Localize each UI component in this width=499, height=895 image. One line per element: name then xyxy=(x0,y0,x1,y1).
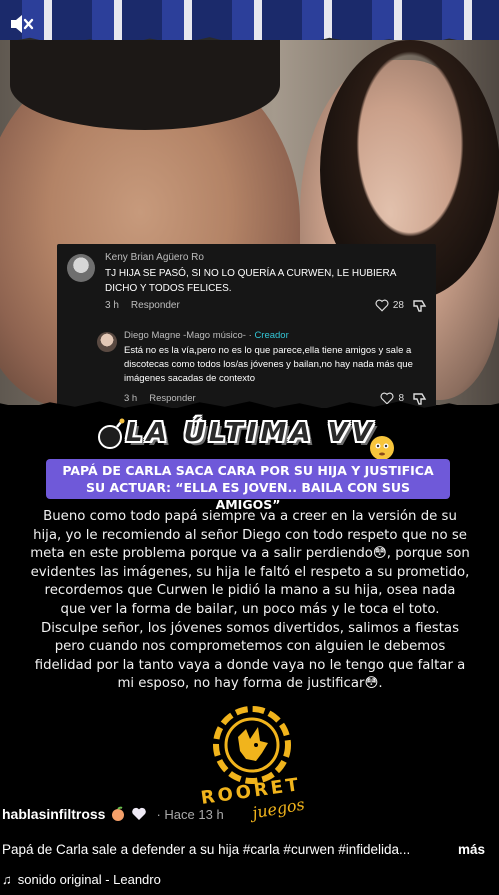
reply-reply-button[interactable]: Responder xyxy=(149,393,195,404)
reply-author-line[interactable]: Diego Magne -Mago músico- · Creador xyxy=(124,330,289,341)
comment-avatar[interactable] xyxy=(67,254,95,282)
heart-icon xyxy=(375,299,389,312)
post-timestamp: · Hace 13 h xyxy=(156,806,224,822)
creator-badge: Creador xyxy=(254,330,289,341)
post-body-text: Bueno como todo papá siempre va a creer … xyxy=(30,509,470,692)
comment-like-count: 28 xyxy=(392,300,404,311)
sound-name: sonido original - Leandro xyxy=(17,872,161,887)
reply-time: 3 h xyxy=(124,393,138,404)
comment-text: TJ HIJA SE PASÓ, SI NO LO QUERÍA A CURWE… xyxy=(105,268,396,294)
reply-author: Diego Magne -Mago músico- xyxy=(124,330,246,341)
reply-text: Está no es la vía,pero no es lo que pare… xyxy=(124,345,413,384)
comment-card: Keny Brian Agüero Ro TJ HIJA SE PASÓ, SI… xyxy=(57,244,436,408)
post-caption[interactable]: Papá de Carla sale a defender a su hija … xyxy=(2,842,410,857)
dislike-icon[interactable] xyxy=(412,299,428,313)
show-logo-text: LA ÚLTIMA VV xyxy=(126,418,376,448)
reply-avatar[interactable] xyxy=(97,332,117,352)
comment-meta: 3 h Responder xyxy=(105,300,180,311)
show-logo: LA ÚLTIMA VV xyxy=(96,414,396,462)
sound-link[interactable]: ♫ sonido original - Leandro xyxy=(2,872,161,887)
post-author-line[interactable]: hablasinfiltross · Hace 13 h xyxy=(2,806,224,822)
caption-more-button[interactable]: más xyxy=(458,842,485,857)
peach-emoji-icon xyxy=(112,806,125,821)
bomb-icon xyxy=(98,418,125,449)
comment-time: 3 h xyxy=(105,300,119,311)
headline-banner: PAPÁ DE CARLA SACA CARA POR SU HIJA Y JU… xyxy=(46,459,450,512)
white-heart-emoji-icon xyxy=(132,807,147,820)
speaker-muted-icon[interactable] xyxy=(9,12,35,36)
comment-like-button[interactable]: 28 xyxy=(375,299,404,312)
post-username[interactable]: hablasinfiltross xyxy=(2,806,105,822)
flushed-face-emoji-icon xyxy=(370,436,394,460)
dislike-icon[interactable] xyxy=(412,392,428,406)
video-person-left-hair xyxy=(10,40,280,130)
reply-separator: · xyxy=(248,330,252,341)
comment-reply-button[interactable]: Responder xyxy=(131,300,180,311)
music-note-icon: ♫ xyxy=(2,872,12,887)
comment-author[interactable]: Keny Brian Agüero Ro xyxy=(105,252,204,263)
reply-meta: 3 h Responder xyxy=(124,393,196,404)
